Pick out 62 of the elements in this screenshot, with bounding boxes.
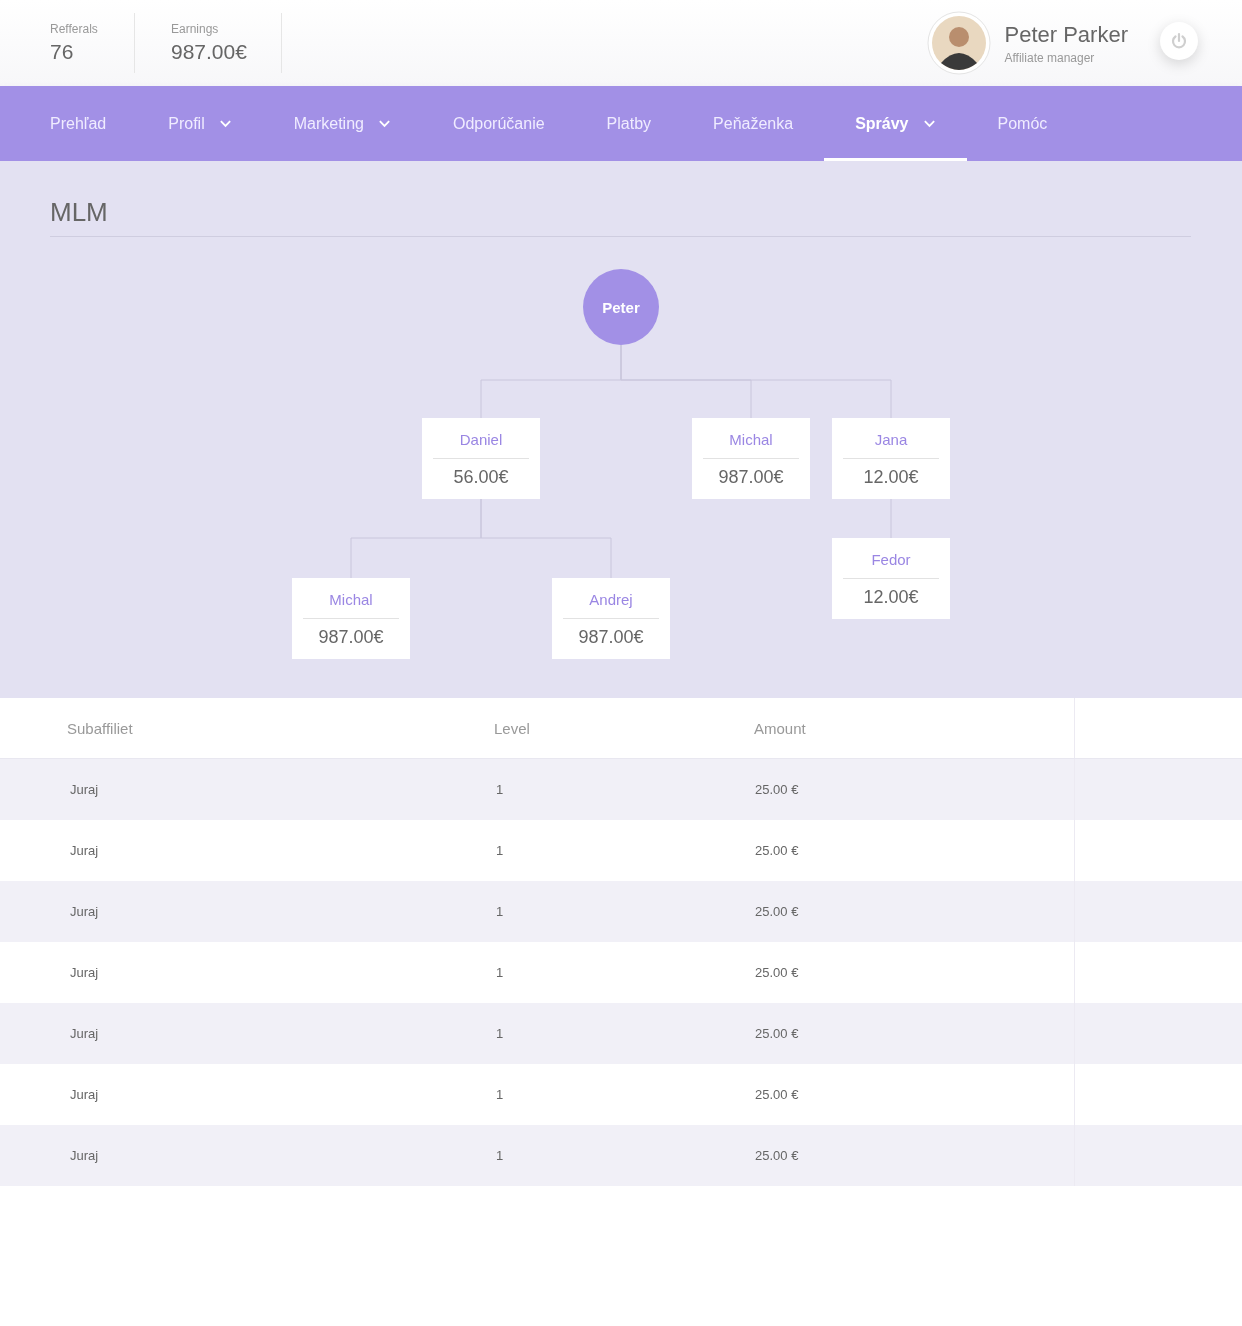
stat-value: 76 [50,40,75,64]
member-name: Andrej [563,578,659,619]
member-name: Fedor [843,538,939,579]
table-cell-text: Juraj [69,1147,100,1165]
chevron-icon [218,119,232,128]
user-role: Affiliate manager [1004,50,1096,65]
table-cell-text: 1 [495,842,505,860]
member-name: Jana [843,418,939,459]
table-cell-text: Juraj [69,903,100,921]
chevron-icon [922,119,936,128]
table-cell-text: 25.00 € [754,1086,800,1104]
member-card[interactable]: Fedor 12.00€ [832,538,950,619]
power-icon [1169,31,1189,51]
table-cell-text: Juraj [69,1086,100,1104]
nav-tab[interactable]: Profil [137,86,263,161]
nav-tab[interactable]: Pomóc [966,86,1079,161]
table-cell-text: 1 [495,781,505,799]
table-cell-text: 25.00 € [754,1147,800,1165]
member-card[interactable]: Daniel 56.00€ [422,418,540,499]
chevron-icon [377,119,391,128]
member-card[interactable]: Michal 987.00€ [292,578,410,659]
table-cell-text: 1 [495,903,505,921]
member-amount: 987.00€ [577,626,645,648]
nav-tab[interactable]: Platby [575,86,683,161]
table-cell-text: Juraj [69,1025,100,1043]
table-cell-text: 25.00 € [754,903,800,921]
member-amount: 56.00€ [452,466,510,488]
member-amount: 987.00€ [717,466,785,488]
page-title: MLM [50,197,1191,237]
member-name: Daniel [433,418,529,459]
table-cell-text: Juraj [69,964,100,982]
table-cell-text: Juraj [69,781,100,799]
member-card[interactable]: Jana 12.00€ [832,418,950,499]
member-amount: 987.00€ [317,626,385,648]
stat-value: 987.00€ [171,40,247,64]
table-cell-text: 25.00 € [754,842,800,860]
member-card[interactable]: Andrej 987.00€ [552,578,670,659]
table-cell-text: Juraj [69,842,100,860]
nav-tab[interactable]: Prehľad [19,86,138,161]
column-header: Subaffiliet [66,718,134,739]
root-node[interactable]: Peter [583,269,659,345]
table-cell-text: 25.00 € [754,1025,800,1043]
member-amount: 12.00€ [862,466,920,488]
stat-label: Earnings [171,22,220,36]
nav-tab[interactable]: Peňaženka [682,86,825,161]
member-name: Michal [703,418,799,459]
member-card[interactable]: Michal 987.00€ [692,418,810,499]
member-amount: 12.00€ [862,586,920,608]
column-header: Amount [754,718,807,739]
avatar-icon[interactable] [926,11,991,75]
table-cell-text: 25.00 € [754,964,800,982]
user-name: Peter Parker [1004,21,1128,48]
nav-tab[interactable]: Marketing [262,86,422,161]
stat-label: Refferals [50,22,99,36]
table-cell-text: 1 [495,1147,505,1165]
table-cell-text: 1 [495,1025,505,1043]
table-cell-text: 1 [495,1086,505,1104]
table-cell-text: 25.00 € [754,781,800,799]
member-name: Michal [303,578,399,619]
table-cell-text: 1 [495,964,505,982]
column-header: Level [494,718,531,739]
nav-tab[interactable]: Odporúčanie [421,86,576,161]
